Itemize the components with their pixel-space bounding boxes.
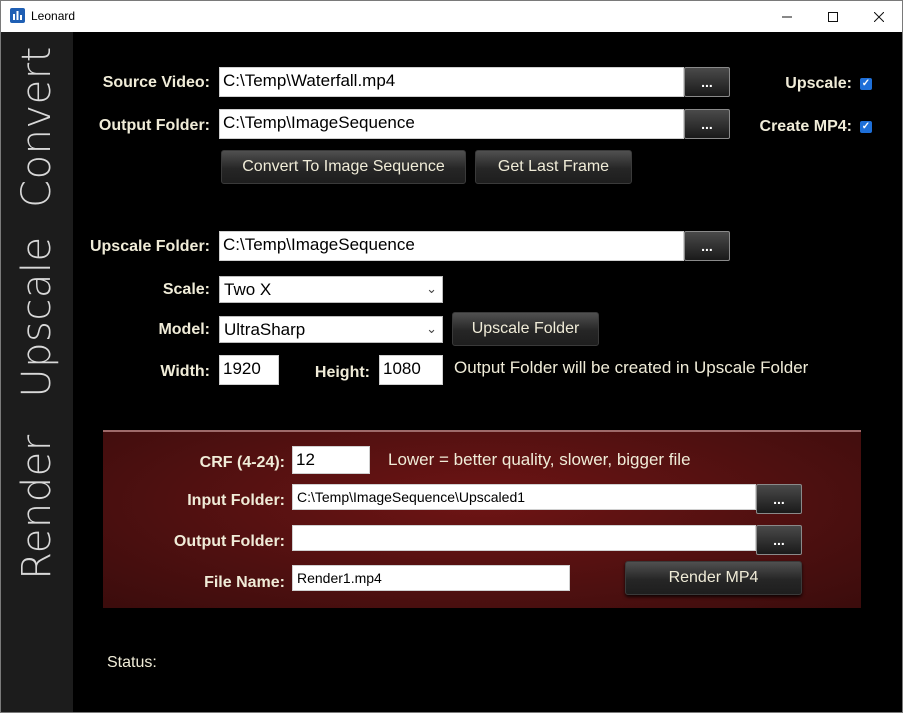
height-label: Height: [314, 364, 370, 381]
window-title: Leonard [31, 9, 76, 23]
upscale-note: Output Folder will be created in Upscale… [454, 358, 809, 377]
tab-upscale[interactable]: Upscale [1, 222, 73, 412]
app-window: Leonard Convert Upscale Render Source Vi… [0, 0, 903, 713]
upscale-folder-label: Upscale Folder: [89, 238, 210, 255]
tab-render[interactable]: Render [1, 412, 73, 602]
maximize-button[interactable] [810, 1, 856, 32]
minimize-icon [782, 16, 792, 17]
main-content: Convert Upscale Render Source Video: C:\… [1, 32, 902, 712]
tab-convert[interactable]: Convert [1, 32, 73, 222]
render-output-folder-browse-button[interactable]: ... [756, 525, 802, 555]
input-folder-browse-button[interactable]: ... [756, 484, 802, 514]
output-folder-label: Output Folder: [98, 117, 210, 134]
crf-input[interactable]: 12 [292, 446, 370, 474]
file-name-label: File Name: [204, 574, 285, 591]
convert-to-image-sequence-button[interactable]: Convert To Image Sequence [221, 150, 466, 184]
upscale-folder-button[interactable]: Upscale Folder [452, 312, 599, 346]
crf-label: CRF (4-24): [199, 454, 285, 471]
chevron-down-icon: ⌄ [426, 321, 437, 336]
upscale-folder-input[interactable]: C:\Temp\ImageSequence [219, 231, 684, 261]
file-name-input[interactable]: Render1.mp4 [292, 565, 570, 591]
sidebar: Convert Upscale Render [1, 32, 73, 712]
scale-select-value: Two X [224, 280, 272, 299]
source-video-input[interactable]: C:\Temp\Waterfall.mp4 [219, 67, 684, 97]
upscale-checkbox[interactable]: ✓ [860, 78, 872, 90]
status-label: Status: [107, 654, 157, 671]
model-label: Model: [158, 321, 210, 338]
app-icon [10, 8, 25, 23]
output-folder-browse-button[interactable]: ... [684, 109, 730, 139]
render-output-folder-input[interactable] [292, 525, 756, 551]
scale-label: Scale: [162, 281, 210, 298]
width-input[interactable]: 1920 [219, 355, 279, 385]
chevron-down-icon: ⌄ [426, 281, 437, 296]
output-folder-input[interactable]: C:\Temp\ImageSequence [219, 109, 684, 139]
render-panel: CRF (4-24): 12 Lower = better quality, s… [103, 430, 861, 608]
source-video-label: Source Video: [102, 74, 210, 91]
create-mp4-checkbox-label: Create MP4: [759, 118, 852, 135]
input-folder-input[interactable]: C:\Temp\ImageSequence\Upscaled1 [292, 484, 756, 510]
get-last-frame-button[interactable]: Get Last Frame [475, 150, 632, 184]
input-folder-label: Input Folder: [187, 492, 285, 509]
render-output-folder-label: Output Folder: [173, 533, 285, 550]
title-bar: Leonard [1, 1, 902, 32]
maximize-icon [828, 11, 838, 22]
tab-render-label: Render [14, 434, 60, 580]
height-input[interactable]: 1080 [379, 355, 443, 385]
crf-note: Lower = better quality, slower, bigger f… [388, 450, 691, 469]
tab-convert-label: Convert [14, 46, 60, 208]
close-button[interactable] [856, 1, 902, 32]
model-select-value: UltraSharp [224, 320, 306, 339]
width-label: Width: [160, 363, 210, 380]
minimize-button[interactable] [764, 1, 810, 32]
render-mp4-button[interactable]: Render MP4 [625, 561, 802, 595]
create-mp4-checkbox[interactable]: ✓ [860, 121, 872, 133]
model-select[interactable]: UltraSharp ⌄ [219, 316, 443, 343]
close-icon [874, 11, 884, 22]
tab-upscale-label: Upscale [14, 236, 60, 398]
upscale-checkbox-label: Upscale: [785, 75, 852, 92]
upscale-folder-browse-button[interactable]: ... [684, 231, 730, 261]
source-video-browse-button[interactable]: ... [684, 67, 730, 97]
scale-select[interactable]: Two X ⌄ [219, 276, 443, 303]
